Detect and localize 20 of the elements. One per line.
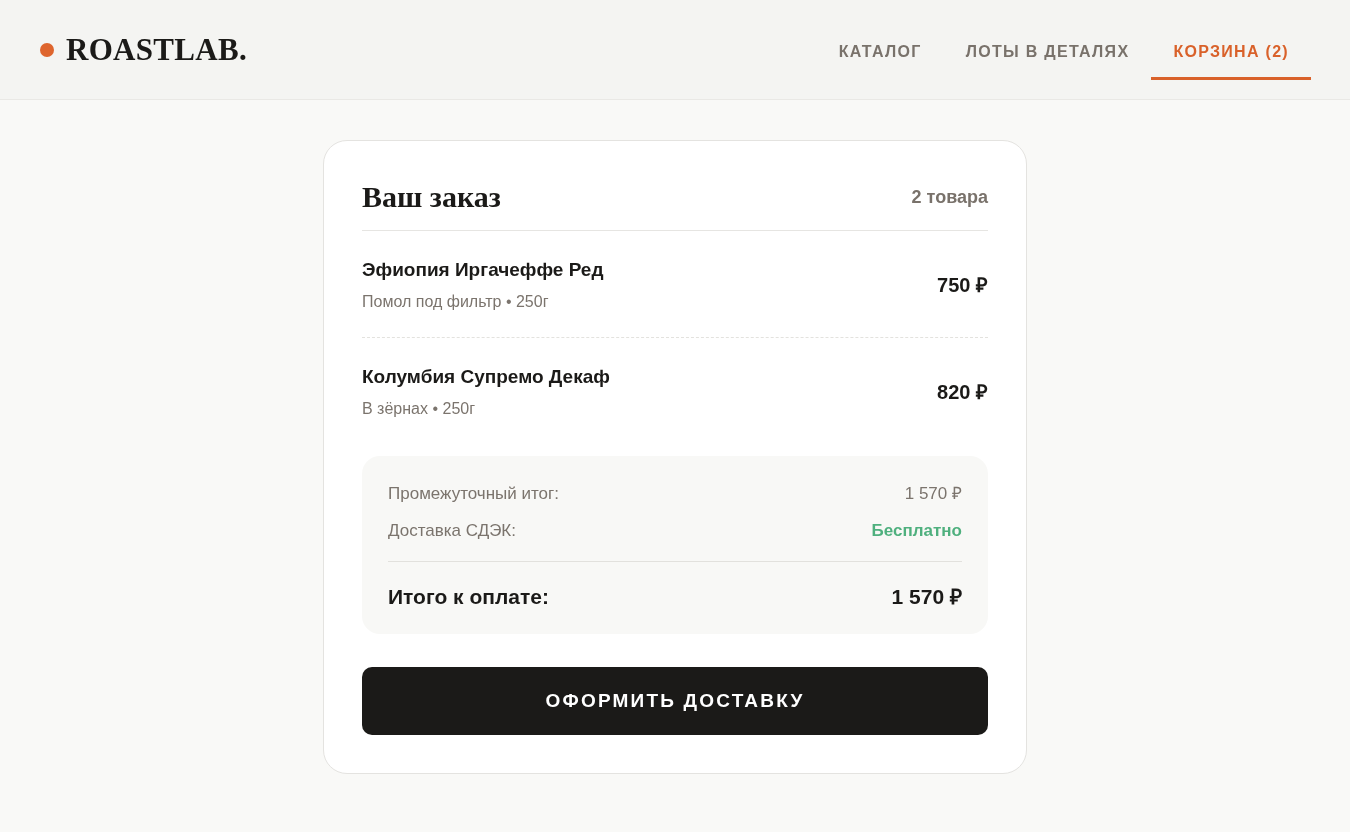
summary-value: Бесплатно bbox=[871, 520, 962, 542]
nav-tab[interactable]: КАТАЛОГ bbox=[816, 23, 944, 80]
product-name: Эфиопия Иргачеффе Ред bbox=[362, 259, 604, 281]
nav-tab[interactable]: КОРЗИНА (2) bbox=[1151, 23, 1311, 80]
summary-label: Промежуточный итог: bbox=[388, 483, 559, 505]
logo[interactable]: ROASTLAB. bbox=[66, 32, 247, 67]
summary-label: Доставка СДЭК: bbox=[388, 520, 516, 542]
order-title: Ваш заказ bbox=[362, 179, 501, 215]
total-value: 1 570 ₽ bbox=[891, 585, 962, 609]
logo-dot-icon bbox=[40, 42, 54, 57]
nav-tab[interactable]: ЛОТЫ В ДЕТАЛЯХ bbox=[943, 23, 1152, 80]
product-name: Колумбия Супремо Декаф bbox=[362, 366, 610, 388]
product-price: 820 ₽ bbox=[937, 380, 988, 404]
total-label: Итого к оплате: bbox=[388, 585, 549, 609]
product-details: В зёрнах • 250г bbox=[362, 400, 476, 418]
summary-value: 1 570 ₽ bbox=[904, 483, 962, 505]
checkout-button[interactable]: ОФОРМИТЬ ДОСТАВКУ bbox=[362, 667, 988, 735]
item-count: 2 товара bbox=[911, 187, 988, 208]
product-price: 750 ₽ bbox=[937, 273, 988, 297]
product-details: Помол под фильтр • 250г bbox=[362, 293, 550, 311]
